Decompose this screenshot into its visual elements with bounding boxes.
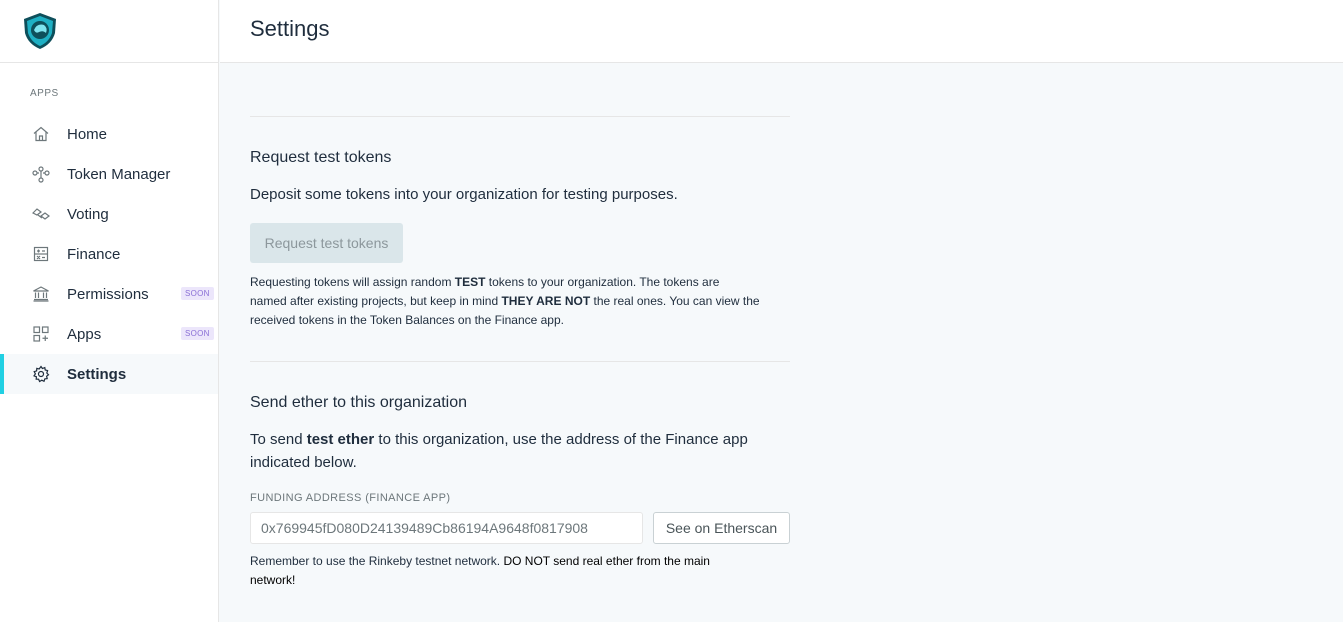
- settings-icon: [32, 365, 50, 383]
- note-emphasis: THEY ARE NOT: [501, 294, 591, 308]
- sidebar-item-label: Home: [67, 125, 108, 143]
- request-tokens-description: Deposit some tokens into your organizati…: [250, 186, 678, 203]
- send-ether-title: Send ether to this organization: [250, 394, 468, 411]
- section-divider: [250, 361, 790, 362]
- description-line: To send test ether to this organization,…: [250, 428, 790, 451]
- note-line: Requesting tokens will assign random TES…: [250, 273, 795, 292]
- description-text: To send: [250, 431, 307, 448]
- sidebar-item-label: Finance: [67, 245, 121, 263]
- send-ether-description: To send test ether to this organization,…: [250, 428, 790, 474]
- section-divider: [250, 116, 790, 117]
- sidebar-item-voting[interactable]: Voting: [0, 194, 218, 234]
- top-bar: Settings: [220, 0, 1343, 63]
- sidebar-item-label: Token Manager: [67, 165, 171, 183]
- home-icon: [32, 125, 50, 143]
- see-on-etherscan-button[interactable]: See on Etherscan: [653, 512, 790, 544]
- note-emphasis: TEST: [454, 275, 486, 289]
- sidebar-item-home[interactable]: Home: [0, 114, 218, 154]
- finance-icon: [32, 245, 50, 263]
- voting-icon: [32, 205, 50, 223]
- funding-address-label: FUNDING ADDRESS (FINANCE APP): [250, 492, 451, 504]
- sidebar-item-label: Settings: [67, 365, 127, 383]
- warning-line: network!: [250, 571, 790, 590]
- token-manager-icon: [32, 165, 50, 183]
- permissions-icon: [32, 285, 50, 303]
- sidebar-item-finance[interactable]: Finance: [0, 234, 218, 274]
- soon-badge: SOON: [181, 327, 214, 340]
- request-tokens-note: Requesting tokens will assign random TES…: [250, 273, 795, 330]
- note-text: tokens to your organization. The tokens …: [485, 275, 720, 289]
- warning-emphasis: DO NOT send real ether from the main: [503, 554, 710, 568]
- page-title: Settings: [250, 16, 330, 41]
- sidebar-item-label: Voting: [67, 205, 109, 223]
- note-text: the real ones. You can view the: [590, 294, 760, 308]
- request-test-tokens-button[interactable]: Request test tokens: [250, 223, 403, 263]
- description-text: to this organization, use the address of…: [374, 431, 748, 448]
- apps-section-label: APPS: [30, 88, 59, 99]
- description-emphasis: test ether: [306, 431, 375, 448]
- sidebar-item-permissions[interactable]: Permissions SOON: [0, 274, 218, 314]
- note-text: named after existing projects, but keep …: [250, 294, 502, 308]
- funding-address-field[interactable]: [250, 512, 643, 544]
- warning-text: Remember to use the Rinkeby testnet netw…: [250, 554, 504, 568]
- sidebar-item-token-manager[interactable]: Token Manager: [0, 154, 218, 194]
- sidebar-item-settings[interactable]: Settings: [0, 354, 218, 394]
- sidebar-item-label: Apps: [67, 325, 102, 343]
- description-line: indicated below.: [250, 454, 357, 471]
- warning-emphasis: network!: [250, 573, 296, 587]
- network-warning: Remember to use the Rinkeby testnet netw…: [250, 552, 790, 590]
- warning-line: Remember to use the Rinkeby testnet netw…: [250, 552, 790, 571]
- request-tokens-title: Request test tokens: [250, 149, 392, 166]
- sidebar-item-apps[interactable]: Apps SOON: [0, 314, 218, 354]
- note-line: named after existing projects, but keep …: [250, 292, 795, 311]
- note-text: Requesting tokens will assign random: [250, 275, 455, 289]
- apps-icon: [32, 325, 50, 343]
- sidebar-item-label: Permissions: [67, 285, 149, 303]
- sidebar: APPS Home Token Manager Voting Finance P…: [0, 0, 219, 622]
- logo-area: [0, 0, 218, 63]
- soon-badge: SOON: [181, 287, 214, 300]
- note-line: received tokens in the Token Balances on…: [250, 313, 564, 327]
- aragon-logo[interactable]: [20, 11, 60, 51]
- sidebar-nav: Home Token Manager Voting Finance Permis…: [0, 114, 218, 394]
